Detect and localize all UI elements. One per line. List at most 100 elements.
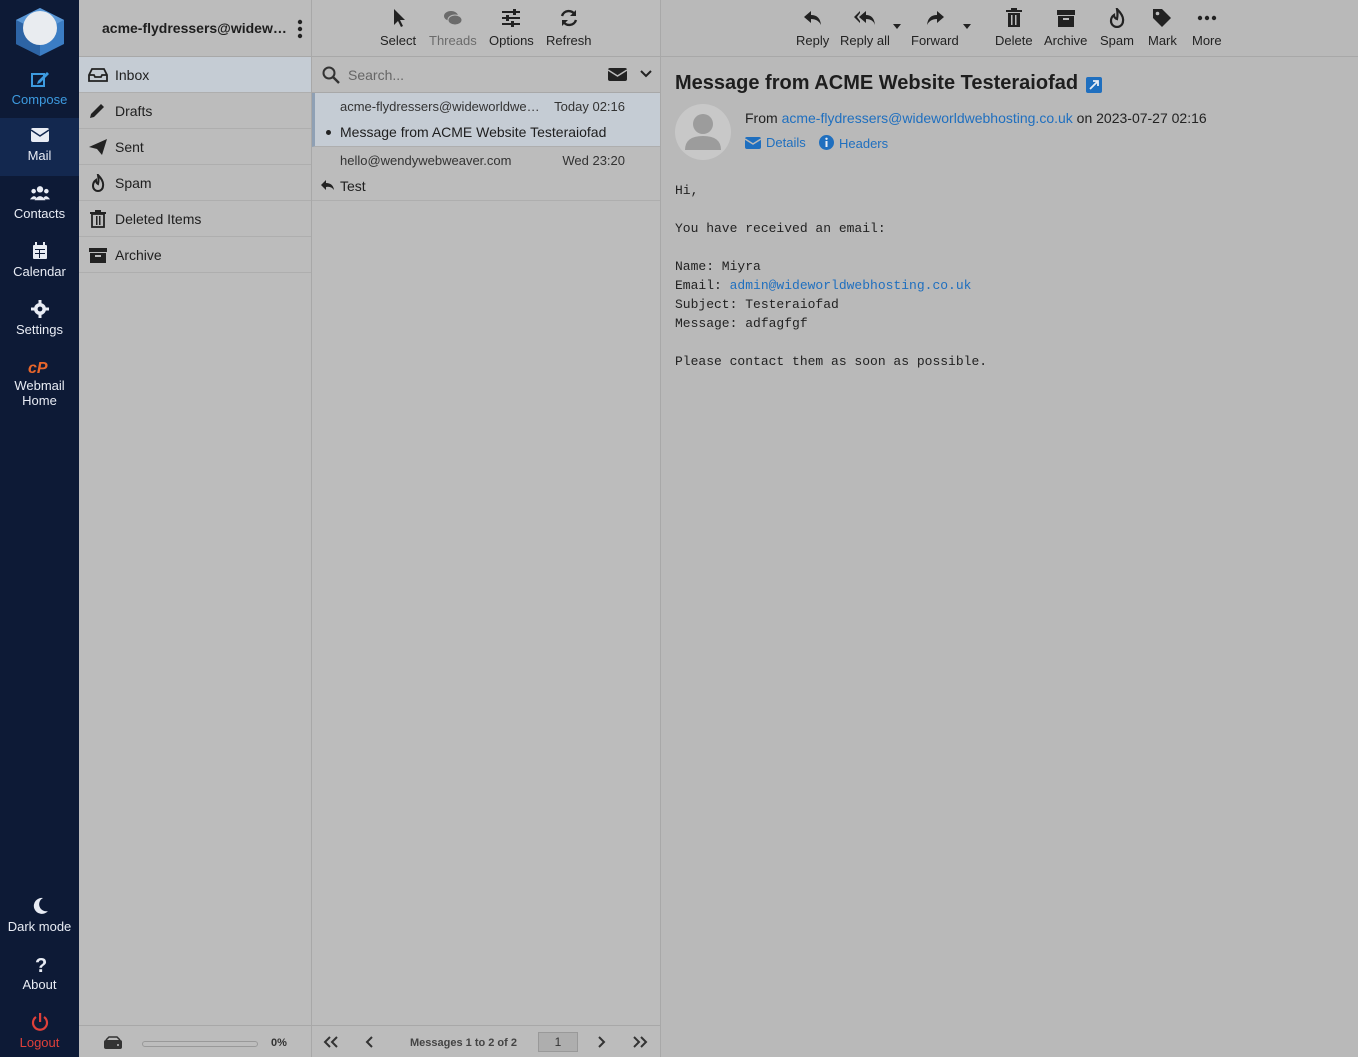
last-page-icon[interactable] bbox=[632, 1036, 648, 1048]
nav-calendar[interactable]: Calendar bbox=[0, 234, 79, 292]
envelope-icon bbox=[744, 137, 762, 149]
pointer-icon bbox=[380, 8, 416, 30]
reply-label: Reply bbox=[796, 33, 830, 48]
search-input[interactable]: Search... bbox=[348, 67, 404, 83]
list-toolbar: Select Threads Options Refresh bbox=[312, 0, 660, 57]
body-intro: You have received an email: bbox=[675, 221, 886, 236]
delete-button[interactable]: Delete bbox=[995, 8, 1033, 48]
nav-logout-label: Logout bbox=[19, 1035, 60, 1050]
users-icon bbox=[0, 176, 79, 202]
folder-sent[interactable]: Sent bbox=[79, 129, 311, 165]
folder-header: acme-flydressers@wideworldwebhosting.co.… bbox=[79, 0, 311, 57]
cpanel-icon: cP bbox=[0, 350, 79, 377]
details-link[interactable]: Details bbox=[744, 135, 806, 150]
replied-icon bbox=[321, 180, 334, 190]
archive-icon bbox=[1044, 8, 1087, 30]
mark-button[interactable]: Mark bbox=[1148, 8, 1177, 48]
next-page-icon[interactable] bbox=[596, 1036, 606, 1048]
nav-mail[interactable]: Mail bbox=[0, 118, 79, 176]
quota-percent: 0% bbox=[271, 1037, 287, 1049]
open-in-new-window-icon[interactable] bbox=[1086, 77, 1102, 93]
list-footer: Messages 1 to 2 of 2 1 bbox=[312, 1025, 660, 1057]
nav-about[interactable]: ? About bbox=[0, 947, 79, 1005]
kebab-menu-icon[interactable] bbox=[297, 19, 303, 39]
reply-all-dropdown-icon[interactable] bbox=[893, 24, 901, 30]
message-from: hello@wendywebweaver.com bbox=[340, 153, 512, 168]
from-line: From acme-flydressers@wideworldwebhostin… bbox=[745, 110, 1207, 126]
select-button[interactable]: Select bbox=[380, 8, 416, 48]
archive-button[interactable]: Archive bbox=[1044, 8, 1087, 48]
nav-contacts-label: Contacts bbox=[13, 206, 66, 221]
folder-spam[interactable]: Spam bbox=[79, 165, 311, 201]
body-blank bbox=[675, 200, 987, 219]
sender-email-link[interactable]: acme-flydressers@wideworldwebhosting.co.… bbox=[782, 110, 1073, 126]
nav-logout[interactable]: Logout bbox=[0, 1005, 79, 1057]
folder-archive[interactable]: Archive bbox=[79, 237, 311, 273]
quota-bar bbox=[142, 1041, 258, 1047]
reply-all-button[interactable]: Reply all bbox=[840, 8, 890, 48]
page-number-input[interactable]: 1 bbox=[538, 1032, 578, 1052]
options-button[interactable]: Options bbox=[489, 8, 534, 48]
body-name-line: Name: Miyra bbox=[675, 259, 761, 274]
nav-webmail-home[interactable]: cP Webmail Home bbox=[0, 350, 79, 412]
folder-inbox[interactable]: Inbox bbox=[79, 57, 311, 93]
message-date: Today 02:16 bbox=[554, 99, 625, 114]
headers-link[interactable]: Headers bbox=[819, 135, 888, 151]
body-blank bbox=[675, 333, 987, 352]
folder-label: Drafts bbox=[115, 103, 153, 119]
forward-dropdown-icon[interactable] bbox=[963, 24, 971, 30]
more-button[interactable]: More bbox=[1192, 8, 1222, 48]
more-label: More bbox=[1192, 33, 1222, 48]
delete-label: Delete bbox=[995, 33, 1033, 48]
folder-deleted-items[interactable]: Deleted Items bbox=[79, 201, 311, 237]
nav-settings[interactable]: Settings bbox=[0, 292, 79, 350]
nav-dark-mode[interactable]: Dark mode bbox=[0, 889, 79, 947]
message-row[interactable]: hello@wendywebweaver.com Wed 23:20 Test bbox=[312, 147, 660, 201]
message-subject: Test bbox=[340, 178, 366, 194]
reply-all-icon bbox=[840, 8, 890, 30]
nav-contacts[interactable]: Contacts bbox=[0, 176, 79, 234]
archive-icon bbox=[89, 248, 107, 263]
body-email-link[interactable]: admin@wideworldwebhosting.co.uk bbox=[730, 278, 972, 293]
folder-drafts[interactable]: Drafts bbox=[79, 93, 311, 129]
body-email-line: Email: admin@wideworldwebhosting.co.uk bbox=[675, 276, 987, 295]
trash-icon bbox=[995, 8, 1033, 30]
fire-icon bbox=[1100, 5, 1134, 30]
svg-text:cP: cP bbox=[28, 360, 48, 376]
threads-button[interactable]: Threads bbox=[429, 8, 477, 48]
message-list-pane: Select Threads Options Refresh Search...… bbox=[312, 0, 661, 1057]
pencil-icon bbox=[90, 104, 104, 118]
paper-plane-icon bbox=[89, 139, 107, 155]
search-icon bbox=[322, 66, 340, 84]
nav-settings-label: Settings bbox=[16, 322, 63, 337]
ellipsis-icon bbox=[1192, 8, 1222, 30]
sliders-icon bbox=[489, 8, 534, 30]
folder-pane: acme-flydressers@wideworldwebhosting.co.… bbox=[79, 0, 312, 1057]
refresh-button[interactable]: Refresh bbox=[546, 8, 592, 48]
reply-button[interactable]: Reply bbox=[796, 8, 829, 48]
message-toolbar: Reply Reply all Forward Delete Archive S… bbox=[661, 0, 1358, 57]
nav-compose[interactable]: Compose bbox=[0, 62, 79, 120]
message-subject: Message from ACME Website Testeraiofad bbox=[340, 124, 607, 140]
roundcube-logo[interactable] bbox=[14, 6, 66, 56]
account-name: acme-flydressers@wideworldwebhosting.co.… bbox=[102, 20, 287, 36]
forward-button[interactable]: Forward bbox=[911, 8, 959, 48]
message-from: acme-flydressers@wideworldwebhosting.co.… bbox=[340, 99, 542, 114]
nav-webmail-home-label-line2: Home bbox=[22, 393, 57, 408]
question-icon: ? bbox=[0, 947, 79, 977]
chevron-down-icon[interactable] bbox=[640, 70, 652, 78]
message-row[interactable]: acme-flydressers@wideworldwebhosting.co.… bbox=[312, 93, 660, 147]
first-page-icon[interactable] bbox=[323, 1036, 339, 1048]
tag-icon bbox=[1148, 8, 1177, 30]
hard-drive-icon bbox=[104, 1036, 122, 1049]
forward-label: Forward bbox=[911, 33, 959, 48]
nav-calendar-label: Calendar bbox=[13, 264, 66, 279]
headers-label: Headers bbox=[839, 136, 889, 151]
spam-button[interactable]: Spam bbox=[1100, 5, 1134, 48]
envelope-icon[interactable] bbox=[608, 67, 627, 82]
details-label: Details bbox=[766, 135, 806, 150]
prev-page-icon[interactable] bbox=[365, 1036, 375, 1048]
power-icon bbox=[0, 1005, 79, 1031]
body-greeting: Hi, bbox=[675, 183, 699, 198]
envelope-icon bbox=[0, 118, 79, 144]
